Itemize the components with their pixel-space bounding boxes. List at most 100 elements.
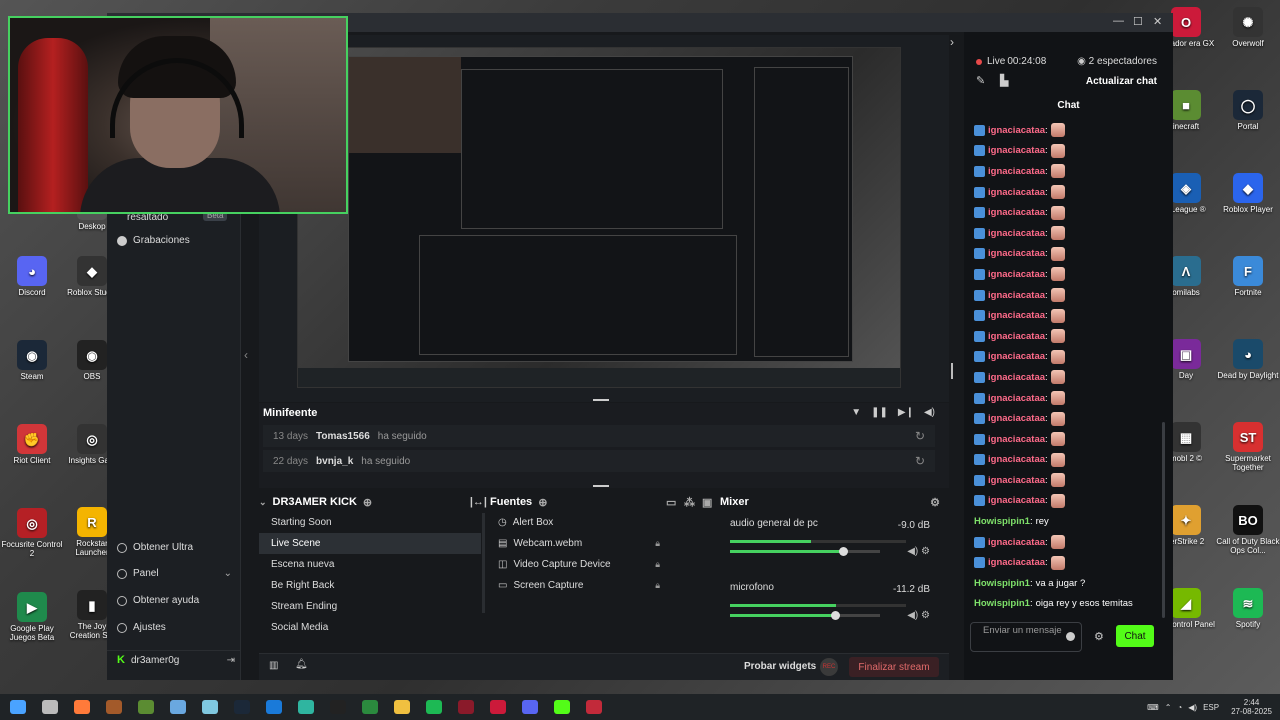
desktop-shortcut[interactable]: F Fortnite (1216, 256, 1280, 297)
sidebar-item-settings[interactable]: Ajustes (117, 622, 166, 633)
window-icon[interactable]: ▭ (666, 496, 676, 509)
taskbar-app[interactable] (162, 694, 194, 720)
chat-username[interactable]: ignaciacataa (988, 145, 1045, 156)
mute-icon[interactable]: ◀) (907, 610, 921, 621)
drag-handle[interactable] (593, 485, 609, 487)
taskbar-app[interactable] (450, 694, 482, 720)
chat-username[interactable]: ignaciacataa (988, 557, 1045, 568)
chat-send-button[interactable]: Chat (1116, 625, 1154, 647)
add-scene-icon[interactable]: ⊕ (363, 496, 372, 509)
taskbar-app[interactable] (2, 694, 34, 720)
chat-username[interactable]: ignaciacataa (988, 475, 1045, 486)
volume-icon[interactable]: ◀) (924, 407, 935, 418)
lock-icon[interactable]: 🔒︎ (655, 559, 660, 570)
drag-handle[interactable] (593, 399, 609, 401)
desktop-shortcut[interactable]: ◕ Discord (0, 256, 64, 297)
end-stream-button[interactable]: Finalizar stream (849, 657, 939, 677)
taskbar-app[interactable] (130, 694, 162, 720)
chat-username[interactable]: ignaciacataa (988, 269, 1045, 280)
taskbar-app[interactable] (194, 694, 226, 720)
taskbar-app[interactable] (386, 694, 418, 720)
taskbar-app[interactable] (482, 694, 514, 720)
taskbar-app[interactable] (578, 694, 610, 720)
chat-username[interactable]: ignaciacataa (988, 290, 1045, 301)
chat-username[interactable]: Howispipin1 (974, 598, 1030, 609)
source-item[interactable]: ▭ Screen Capture 🔒︎ (490, 575, 712, 596)
group-icon[interactable]: ⁂ (684, 496, 695, 509)
refresh-chat-button[interactable]: Actualizar chat (1086, 76, 1157, 87)
desktop-shortcut[interactable]: BO Call of Duty Black Ops Col... (1216, 505, 1280, 555)
sidebar-item-ultra[interactable]: Obtener Ultra (117, 542, 193, 553)
chat-username[interactable]: Howispipin1 (974, 516, 1030, 527)
chat-username[interactable]: Howispipin1 (974, 578, 1030, 589)
chat-username[interactable]: ignaciacataa (988, 166, 1045, 177)
taskbar-app[interactable] (34, 694, 66, 720)
desktop-shortcut[interactable]: ◕ Dead by Daylight (1216, 339, 1280, 380)
bell-icon[interactable]: 🔔︎ (295, 659, 308, 670)
lock-icon[interactable]: 🔒︎ (655, 538, 660, 549)
desktop-shortcut[interactable]: ◎ Focusrite Control 2 (0, 508, 64, 558)
chat-username[interactable]: ignaciacataa (988, 537, 1045, 548)
resize-handle[interactable] (951, 363, 953, 379)
filter-icon[interactable]: ▼ (851, 407, 861, 418)
desktop-shortcut[interactable]: ≋ Spotify (1216, 588, 1280, 629)
chat-input[interactable]: Enviar un mensaje (970, 622, 1082, 652)
chat-username[interactable]: ignaciacataa (988, 187, 1045, 198)
logout-icon[interactable]: ⇥ (227, 655, 235, 666)
chat-username[interactable]: ignaciacataa (988, 125, 1045, 136)
chat-username[interactable]: ignaciacataa (988, 207, 1045, 218)
chat-username[interactable]: ignaciacataa (988, 351, 1045, 362)
tray-overflow-icon[interactable]: ⌃ (1165, 703, 1172, 712)
source-item[interactable]: ▤ Webcam.webm 🔒︎ (490, 533, 712, 554)
scene-collection-title[interactable]: DR3AMER KICK (273, 496, 357, 508)
desktop-shortcut[interactable]: ◯ Portal (1216, 90, 1280, 131)
chat-username[interactable]: ignaciacataa (988, 413, 1045, 424)
volume-icon[interactable]: ◀) (1188, 703, 1197, 712)
chat-username[interactable]: ignaciacataa (988, 454, 1045, 465)
volume-slider-knob[interactable] (831, 611, 840, 620)
scene-item[interactable]: Escena nueva (259, 554, 481, 575)
volume-slider-knob[interactable] (838, 547, 848, 556)
scene-item[interactable]: Be Right Back (259, 575, 481, 596)
test-widgets-button[interactable]: Probar widgets (744, 661, 816, 672)
add-source-icon[interactable]: ⊕ (538, 496, 547, 509)
collapse-sidebar-icon[interactable]: ‹ (244, 348, 248, 362)
replay-icon[interactable]: ↻ (915, 454, 925, 468)
taskbar-app[interactable] (322, 694, 354, 720)
chat-username[interactable]: ignaciacataa (988, 310, 1045, 321)
gear-icon[interactable]: ⚙ (1094, 630, 1104, 643)
keyboard-icon[interactable]: ⌨ (1147, 703, 1159, 712)
folder-icon[interactable]: ▣ (702, 496, 712, 509)
source-item[interactable]: ◷ Alert Box (490, 512, 712, 533)
taskbar-app[interactable] (514, 694, 546, 720)
gear-icon[interactable]: ⚙ (930, 496, 940, 509)
scene-item[interactable]: Starting Soon (259, 512, 481, 533)
scene-item[interactable]: Live Scene (259, 533, 481, 554)
clock[interactable]: 2:44 27-08-2025 (1231, 698, 1272, 716)
taskbar-app[interactable] (290, 694, 322, 720)
volume-slider[interactable] (730, 547, 880, 556)
taskbar-app[interactable] (546, 694, 578, 720)
taskbar-app[interactable] (98, 694, 130, 720)
chat-username[interactable]: ignaciacataa (988, 434, 1045, 445)
taskbar-app[interactable] (66, 694, 98, 720)
lock-icon[interactable]: 🔒︎ (655, 580, 660, 591)
desktop-shortcut[interactable]: ✊ Riot Client (0, 424, 64, 465)
maximize-icon[interactable]: ☐ (1133, 15, 1143, 28)
mute-icon[interactable]: ◀) (907, 546, 921, 557)
desktop-shortcut[interactable]: ◆ Roblox Player (1216, 173, 1280, 214)
transition-icon[interactable]: |↔| (470, 496, 487, 508)
stats-icon[interactable]: ▥ (269, 660, 278, 671)
desktop-shortcut[interactable]: ▶ Google Play Juegos Beta (0, 592, 64, 642)
chat-username[interactable]: ignaciacataa (988, 393, 1045, 404)
edit-icon[interactable]: ✎ (976, 74, 985, 87)
desktop-shortcut[interactable]: ◉ Steam (0, 340, 64, 381)
taskbar-app[interactable] (258, 694, 290, 720)
desktop-shortcut[interactable]: ✺ Overwolf (1216, 7, 1280, 48)
chat-username[interactable]: ignaciacataa (988, 228, 1045, 239)
chat-username[interactable]: ignaciacataa (988, 248, 1045, 259)
mod-icon[interactable]: ▙ (1000, 74, 1008, 87)
gear-icon[interactable]: ⚙ (921, 610, 930, 621)
skip-icon[interactable]: ▶❙ (898, 407, 914, 418)
chat-scrollbar[interactable] (1162, 422, 1165, 618)
